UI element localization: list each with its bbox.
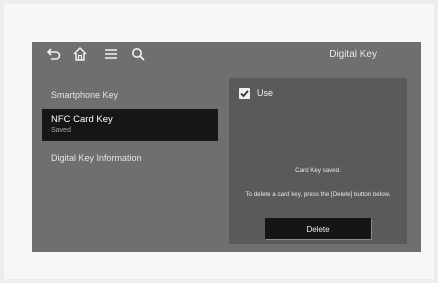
page-title: Digital Key — [329, 49, 377, 60]
menu-item-smartphone-key[interactable]: Smartphone Key — [42, 84, 218, 106]
back-icon[interactable] — [46, 46, 62, 62]
menu-item-label: Smartphone Key — [51, 90, 119, 100]
menu-icon[interactable] — [103, 46, 119, 62]
home-icon[interactable] — [72, 46, 88, 62]
menu-item-digital-key-information[interactable]: Digital Key Information — [42, 147, 218, 169]
menu-item-label: NFC Card Key — [51, 114, 113, 125]
instruction-message: To delete a card key, press the [Delete]… — [245, 191, 391, 198]
use-label: Use — [257, 88, 274, 98]
status-message: Card Key saved. — [295, 167, 341, 174]
menu-item-status: Saved — [51, 127, 71, 134]
menu-item-nfc-card-key[interactable]: NFC Card Key Saved — [42, 109, 218, 141]
checkmark-icon — [240, 90, 249, 98]
detail-panel: Use Card Key saved. To delete a card key… — [229, 78, 407, 244]
use-checkbox[interactable] — [239, 88, 250, 99]
infotainment-screen: Digital Key Smartphone Key NFC Card Key … — [32, 42, 421, 252]
delete-button[interactable]: Delete — [265, 218, 371, 239]
search-icon[interactable] — [130, 46, 146, 62]
top-bar: Digital Key — [32, 42, 421, 68]
menu-item-label: Digital Key Information — [51, 153, 142, 163]
side-menu: Smartphone Key NFC Card Key Saved Digita… — [42, 84, 218, 169]
screenshot-frame: Digital Key Smartphone Key NFC Card Key … — [4, 4, 434, 279]
